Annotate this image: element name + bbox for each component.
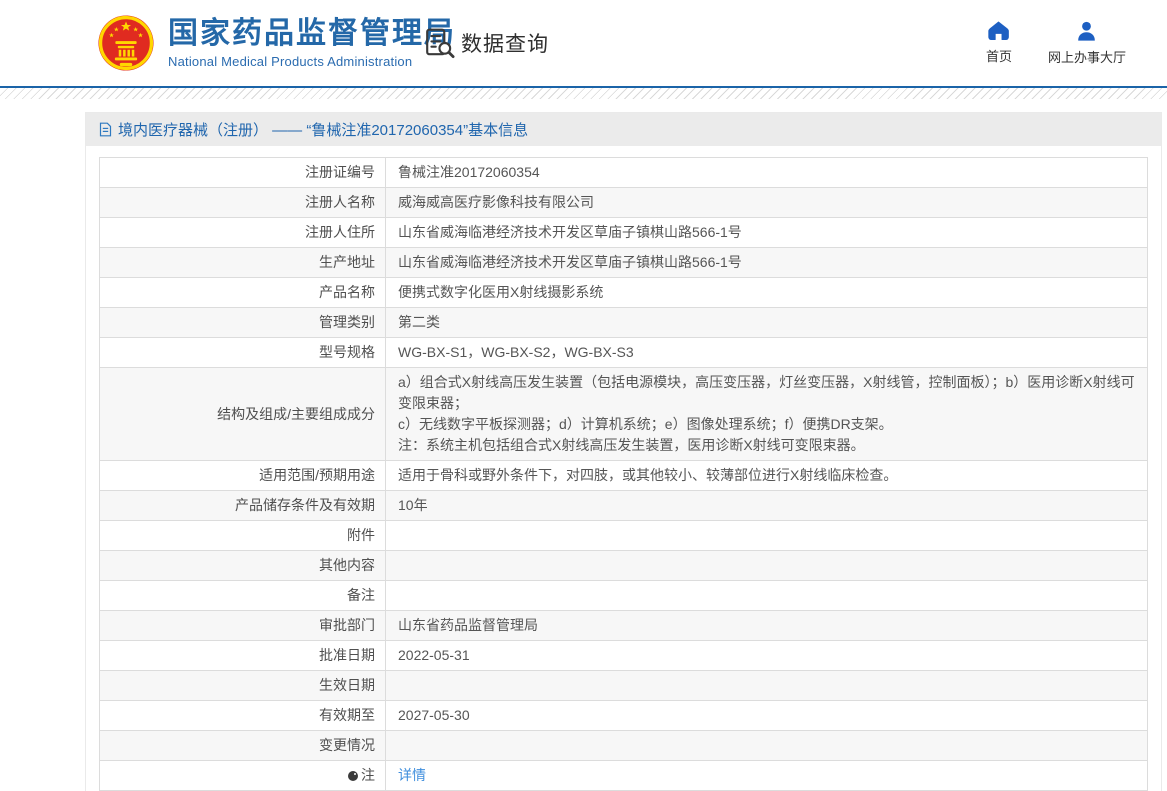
nav-service-hall[interactable]: 网上办事大厅 [1048, 21, 1126, 66]
site-title: 国家药品监督管理局 [168, 17, 456, 50]
table-row: 产品名称 便携式数字化医用X射线摄影系统 [99, 277, 1148, 308]
row-value: WG-BX-S1，WG-BX-S2，WG-BX-S3 [385, 337, 1148, 368]
row-value: 鲁械注准20172060354 [385, 157, 1148, 188]
row-value: 第二类 [385, 307, 1148, 338]
table-row: 有效期至 2027-05-30 [99, 700, 1148, 731]
table-row: 变更情况 [99, 730, 1148, 761]
table-row: 结构及组成/主要组成成分 a）组合式X射线高压发生装置（包括电源模块，高压变压器，… [99, 367, 1148, 461]
row-label: 有效期至 [99, 700, 386, 731]
table-row: 备注 [99, 580, 1148, 611]
table-row: 产品储存条件及有效期 10年 [99, 490, 1148, 521]
user-icon [1078, 21, 1096, 41]
registration-table-body: 注册证编号 鲁械注准20172060354 注册人名称 威海威高医疗影像科技有限公司注… [99, 157, 1148, 791]
row-value: 2022-05-31 [385, 640, 1148, 671]
row-value: 适用于骨科或野外条件下，对四肢，或其他较小、较薄部位进行X射线临床检查。 [385, 460, 1148, 491]
row-label: 管理类别 [99, 307, 386, 338]
row-value [385, 550, 1148, 581]
site-title-block: 国家药品监督管理局 National Medical Products Admi… [168, 17, 456, 69]
data-query-label: 数据查询 [461, 33, 549, 56]
table-row: 注详情 [99, 760, 1148, 791]
details-link[interactable]: 详情 [398, 767, 426, 783]
table-row: 适用范围/预期用途 适用于骨科或野外条件下，对四肢，或其他较小、较薄部位进行X射线… [99, 460, 1148, 491]
row-label: 注册证编号 [99, 157, 386, 188]
hatch-divider [0, 88, 1167, 99]
row-label: 批准日期 [99, 640, 386, 671]
row-value [385, 520, 1148, 551]
registration-table: 注册证编号 鲁械注准20172060354 注册人名称 威海威高医疗影像科技有限公司注… [99, 157, 1148, 791]
table-row: 注册人住所 山东省威海临港经济技术开发区草庙子镇棋山路566-1号 [99, 217, 1148, 248]
nav-service-hall-label: 网上办事大厅 [1047, 50, 1126, 65]
row-value: 山东省威海临港经济技术开发区草庙子镇棋山路566-1号 [385, 247, 1148, 278]
row-label: 产品储存条件及有效期 [99, 490, 386, 521]
pin-icon [348, 771, 358, 781]
site-header: 国家药品监督管理局 National Medical Products Admi… [0, 0, 1167, 88]
table-row: 注册人名称 威海威高医疗影像科技有限公司 [99, 187, 1148, 218]
table-row: 其他内容 [99, 550, 1148, 581]
row-label: 结构及组成/主要组成成分 [99, 367, 386, 461]
row-label: 审批部门 [99, 610, 386, 641]
row-label: 注册人名称 [99, 187, 386, 218]
national-emblem-icon [98, 15, 154, 71]
data-query-tab[interactable]: 数据查询 [424, 27, 549, 59]
table-row: 附件 [99, 520, 1148, 551]
row-label: 生产地址 [99, 247, 386, 278]
header-nav: 首页 网上办事大厅 [986, 21, 1126, 66]
row-label: 变更情况 [99, 730, 386, 761]
row-value: 山东省药品监督管理局 [385, 610, 1148, 641]
table-row: 生产地址 山东省威海临港经济技术开发区草庙子镇棋山路566-1号 [99, 247, 1148, 278]
row-value: a）组合式X射线高压发生装置（包括电源模块，高压变压器，灯丝变压器，X射线管，控… [385, 367, 1148, 461]
row-label: 注 [99, 760, 386, 791]
row-label: 备注 [99, 580, 386, 611]
row-label: 适用范围/预期用途 [99, 460, 386, 491]
nav-home-label: 首页 [985, 49, 1012, 64]
table-row: 批准日期 2022-05-31 [99, 640, 1148, 671]
breadcrumb-title: 境内医疗器械（注册） —— “鲁械注准20172060354”基本信息 [118, 122, 529, 139]
row-label: 附件 [99, 520, 386, 551]
row-label: 其他内容 [99, 550, 386, 581]
row-value: 山东省威海临港经济技术开发区草庙子镇棋山路566-1号 [385, 217, 1148, 248]
row-value: 威海威高医疗影像科技有限公司 [385, 187, 1148, 218]
table-row: 审批部门 山东省药品监督管理局 [99, 610, 1148, 641]
nmpa-logo[interactable] [97, 14, 155, 72]
table-row: 型号规格 WG-BX-S1，WG-BX-S2，WG-BX-S3 [99, 337, 1148, 368]
row-value: 便携式数字化医用X射线摄影系统 [385, 277, 1148, 308]
table-row: 管理类别 第二类 [99, 307, 1148, 338]
row-label: 型号规格 [99, 337, 386, 368]
row-value [385, 730, 1148, 761]
row-label: 注册人住所 [99, 217, 386, 248]
table-row: 注册证编号 鲁械注准20172060354 [99, 157, 1148, 188]
page-icon [99, 122, 112, 137]
row-value: 2027-05-30 [385, 700, 1148, 731]
row-label: 产品名称 [99, 277, 386, 308]
content-panel: 境内医疗器械（注册） —— “鲁械注准20172060354”基本信息 注册证编… [85, 112, 1162, 791]
home-icon [988, 21, 1010, 40]
row-label: 生效日期 [99, 670, 386, 701]
row-value [385, 670, 1148, 701]
table-row: 生效日期 [99, 670, 1148, 701]
row-value: 详情 [385, 760, 1148, 791]
breadcrumb-bar: 境内医疗器械（注册） —— “鲁械注准20172060354”基本信息 [86, 113, 1161, 146]
nav-home[interactable]: 首页 [986, 21, 1012, 66]
doc-search-icon [426, 28, 455, 59]
row-value [385, 580, 1148, 611]
site-subtitle: National Medical Products Administration [168, 54, 413, 69]
row-value: 10年 [385, 490, 1148, 521]
